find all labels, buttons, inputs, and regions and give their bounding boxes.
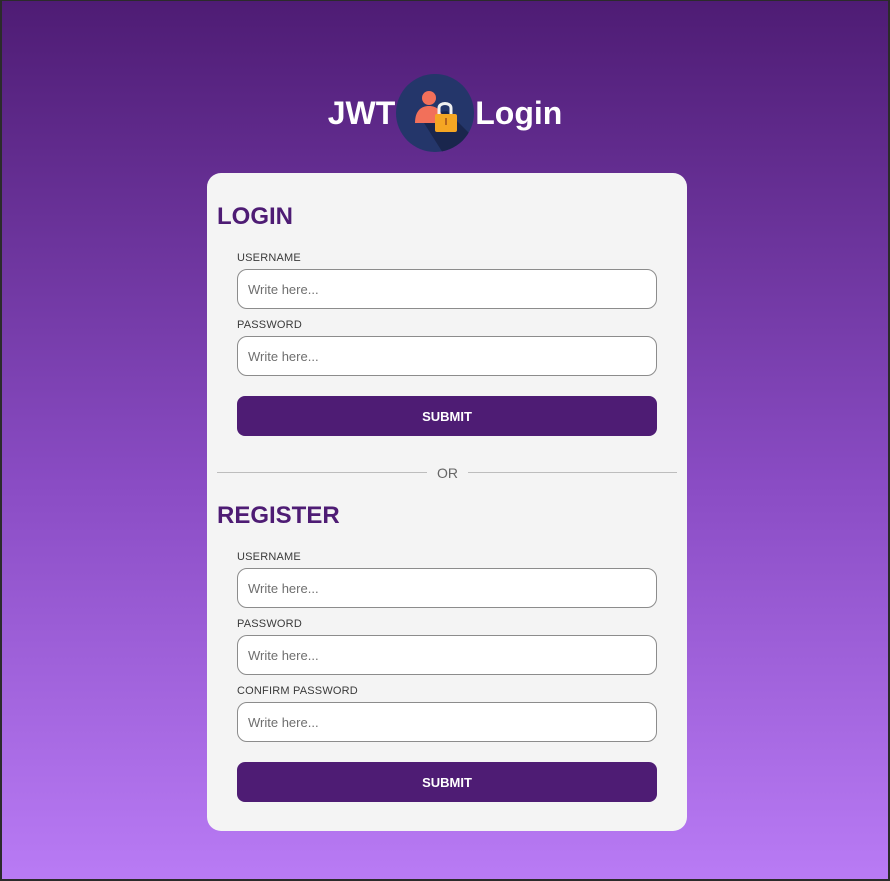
divider-or-text: OR: [437, 465, 458, 481]
register-username-label: USERNAME: [237, 551, 301, 563]
login-password-input[interactable]: [237, 336, 657, 376]
login-submit-button[interactable]: SUBMIT: [237, 396, 657, 436]
register-confirm-password-input[interactable]: [237, 702, 657, 742]
login-username-label: USERNAME: [237, 252, 301, 264]
header-title-left: JWT: [327, 95, 396, 131]
user-lock-icon: [396, 74, 475, 152]
login-username-input[interactable]: [237, 269, 657, 309]
register-password-input[interactable]: [237, 635, 657, 675]
login-title: LOGIN: [217, 203, 293, 230]
register-username-input[interactable]: [237, 568, 657, 608]
or-divider: OR: [217, 463, 677, 483]
register-confirm-password-label: CONFIRM PASSWORD: [237, 685, 358, 697]
header-title-right: Login: [475, 95, 563, 131]
register-title: REGISTER: [217, 502, 340, 529]
app-header: JWT Login: [2, 73, 888, 153]
auth-card: LOGIN USERNAME PASSWORD SUBMIT OR REGIST…: [207, 173, 687, 831]
divider-line-right: [468, 472, 677, 473]
register-password-label: PASSWORD: [237, 618, 302, 630]
register-submit-button[interactable]: SUBMIT: [237, 762, 657, 802]
login-password-label: PASSWORD: [237, 319, 302, 331]
divider-line-left: [217, 472, 427, 473]
